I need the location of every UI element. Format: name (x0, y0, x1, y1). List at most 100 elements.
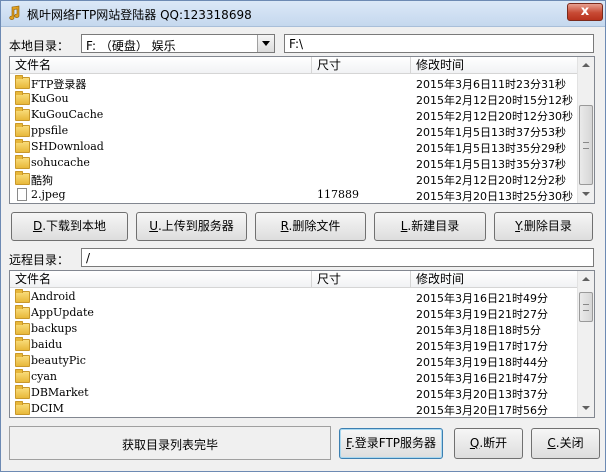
button-label: .上传到服务器 (157, 219, 234, 233)
accelerator-key: C (547, 436, 556, 450)
file-name: 2.jpeg (31, 188, 66, 201)
file-icon (17, 188, 27, 201)
new-folder-button[interactable]: L.新建目录 (374, 212, 486, 241)
local-file-list[interactable]: 文件名 尺寸 修改时间 FTP登录器 2015年3月6日11时23分31秒 KuGo… (9, 56, 595, 204)
scroll-up-icon[interactable] (578, 271, 594, 288)
file-name: FTP登录器 (31, 78, 87, 91)
file-name: KuGouCache (31, 108, 104, 121)
login-ftp-button[interactable]: F.登录FTP服务器 (339, 428, 443, 459)
folder-icon (15, 107, 30, 121)
remote-file-list[interactable]: 文件名 尺寸 修改时间 Android 2015年3月16日21时49分 AppUp… (9, 270, 595, 418)
modified-time: 2015年3月20日13时25分30秒 (416, 190, 573, 203)
remote-path-input[interactable]: / (81, 248, 594, 267)
file-size: 117889 (317, 188, 359, 201)
scroll-thumb[interactable] (579, 105, 593, 185)
accelerator-key: D (32, 219, 43, 233)
folder-icon (15, 75, 30, 89)
button-label: .删除文件 (288, 219, 341, 233)
button-label: .新建目录 (407, 219, 460, 233)
folder-icon (15, 337, 30, 351)
modified-time: 2015年3月19日21时27分 (416, 308, 548, 321)
file-name: baidu (31, 338, 63, 351)
status-text: 获取目录列表完毕 (121, 438, 218, 452)
drive-select[interactable]: F: （硬盘） 娱乐 (81, 34, 275, 53)
modified-time: 2015年3月20日13时37分 (416, 388, 548, 401)
local-list-header: 文件名 尺寸 修改时间 (10, 57, 594, 74)
chevron-down-icon[interactable] (257, 35, 274, 52)
file-name: SHDownload (31, 140, 104, 153)
modified-time: 2015年2月12日20时15分12秒 (416, 94, 573, 107)
file-name: KuGou (31, 92, 69, 105)
file-name: backups (31, 322, 78, 335)
folder-icon (15, 369, 30, 383)
folder-icon (15, 385, 30, 399)
status-panel: 获取目录列表完毕 (9, 426, 331, 460)
upload-button[interactable]: U.上传到服务器 (136, 212, 247, 241)
button-label: .登录FTP服务器 (350, 436, 437, 450)
remote-dir-label: 远程目录： (9, 253, 70, 267)
column-header-size[interactable]: 尺寸 (312, 271, 411, 288)
folder-icon (15, 401, 30, 415)
column-header-time[interactable]: 修改时间 (411, 271, 579, 288)
folder-icon (15, 139, 30, 153)
file-name: AppUpdate (31, 306, 94, 319)
file-name: Android (31, 290, 76, 303)
file-name: sohucache (31, 156, 90, 169)
file-name: beautyPic (31, 354, 86, 367)
modified-time: 2015年3月18日18时5分 (416, 324, 541, 337)
accelerator-key: R (280, 219, 289, 233)
column-header-time[interactable]: 修改时间 (411, 57, 579, 74)
modified-time: 2015年2月12日20时12分2秒 (416, 174, 566, 187)
close-window-button[interactable]: x (567, 3, 603, 21)
delete-file-button[interactable]: R.删除文件 (255, 212, 366, 241)
column-header-size[interactable]: 尺寸 (312, 57, 411, 74)
remote-list-scrollbar[interactable] (577, 271, 594, 417)
folder-icon (15, 91, 30, 105)
disconnect-button[interactable]: Q.断开 (454, 428, 523, 459)
folder-icon (15, 353, 30, 367)
folder-icon (15, 171, 30, 185)
local-path-input[interactable]: F:\ (284, 34, 594, 53)
button-label: .下载到本地 (42, 219, 107, 233)
accelerator-key: U (149, 219, 158, 233)
folder-icon (15, 123, 30, 137)
modified-time: 2015年3月19日17时17分 (416, 340, 548, 353)
folder-icon (15, 321, 30, 335)
file-name: DBMarket (31, 386, 89, 399)
drive-select-value: F: （硬盘） 娱乐 (86, 39, 176, 53)
local-dir-label: 本地目录： (9, 39, 70, 53)
app-window: 枫叶网络FTP网站登陆器 QQ:123318698 x 本地目录： F: （硬盘… (0, 0, 606, 472)
file-name: cyan (31, 370, 58, 383)
modified-time: 2015年3月20日17时56分 (416, 404, 548, 417)
button-label: .删除目录 (520, 219, 572, 233)
column-header-name[interactable]: 文件名 (10, 57, 312, 74)
scroll-thumb[interactable] (579, 292, 593, 322)
folder-icon (15, 305, 30, 319)
modified-time: 2015年3月6日11时23分31秒 (416, 78, 566, 91)
close-button[interactable]: C.关闭 (531, 428, 600, 459)
file-name: ppsfile (31, 124, 69, 137)
scroll-up-icon[interactable] (578, 57, 594, 74)
folder-icon (15, 155, 30, 169)
modified-time: 2015年1月5日13时37分53秒 (416, 126, 566, 139)
file-name: DCIM (31, 402, 64, 415)
music-note-icon (9, 5, 20, 20)
download-button[interactable]: D.下载到本地 (11, 212, 128, 241)
file-name: 酷狗 (31, 174, 53, 187)
column-header-name[interactable]: 文件名 (10, 271, 312, 288)
button-label: .断开 (479, 436, 508, 450)
modified-time: 2015年3月19日18时44分 (416, 356, 548, 369)
modified-time: 2015年2月12日20时12分30秒 (416, 110, 573, 123)
modified-time: 2015年1月5日13时35分37秒 (416, 158, 566, 171)
scroll-down-icon[interactable] (578, 186, 594, 203)
scroll-down-icon[interactable] (578, 400, 594, 417)
title-bar[interactable]: 枫叶网络FTP网站登陆器 QQ:123318698 x (1, 1, 605, 27)
modified-time: 2015年3月16日21时47分 (416, 372, 548, 385)
delete-folder-button[interactable]: Y.删除目录 (494, 212, 593, 241)
modified-time: 2015年3月16日21时49分 (416, 292, 548, 305)
remote-list-header: 文件名 尺寸 修改时间 (10, 271, 594, 288)
modified-time: 2015年1月5日13时35分29秒 (416, 142, 566, 155)
local-list-scrollbar[interactable] (577, 57, 594, 203)
button-label: .关闭 (555, 436, 584, 450)
accelerator-key: Q (469, 436, 480, 450)
